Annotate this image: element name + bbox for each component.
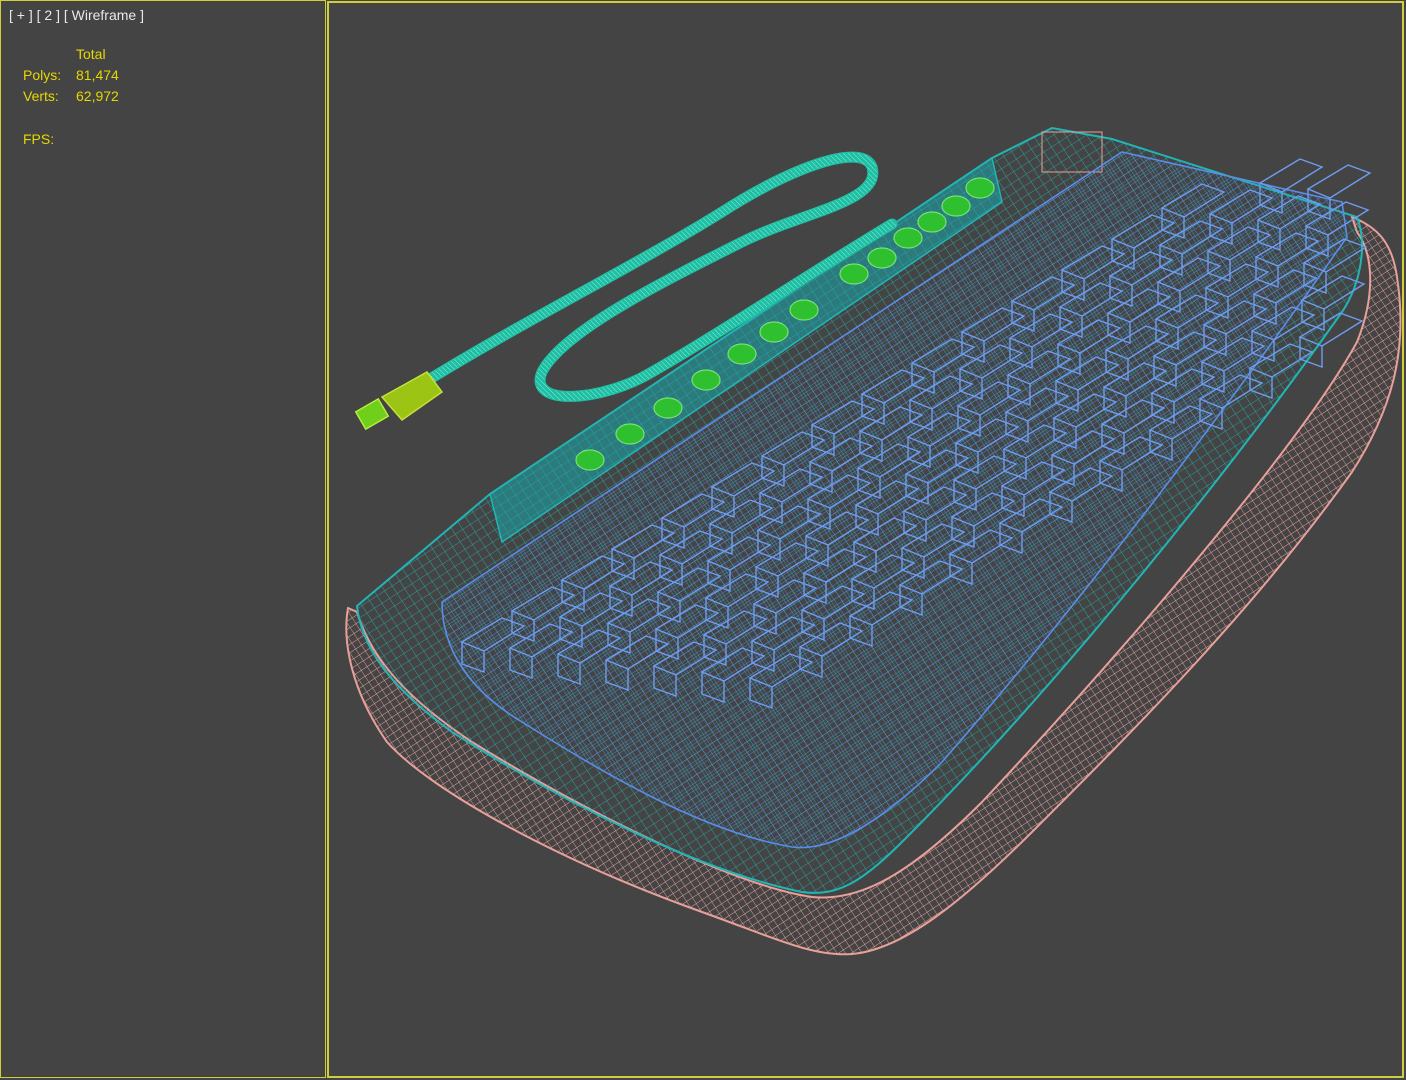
led-icon — [941, 195, 971, 217]
viewport-perspective[interactable] — [327, 1, 1404, 1078]
led-icon — [839, 263, 869, 285]
stats-header: Total — [76, 46, 106, 62]
app-window: [ + ] [ 2 ] [ Wireframe ] Total Polys: 8… — [0, 0, 1406, 1080]
led-icon — [575, 449, 605, 471]
fps-label: FPS: — [23, 131, 55, 147]
viewport-label[interactable]: [ + ] [ 2 ] [ Wireframe ] — [9, 7, 144, 23]
led-icon — [917, 211, 947, 233]
polys-label: Polys: — [23, 67, 62, 83]
polys-value: 81,474 — [76, 67, 119, 83]
led-icon — [759, 321, 789, 343]
led-icon — [727, 343, 757, 365]
led-icon — [691, 369, 721, 391]
verts-value: 62,972 — [76, 88, 119, 104]
usb-connector — [354, 371, 444, 431]
wireframe-keyboard-model[interactable] — [329, 3, 1402, 1076]
led-icon — [965, 177, 995, 199]
led-icon — [867, 247, 897, 269]
led-icon — [893, 227, 923, 249]
verts-label: Verts: — [23, 88, 59, 104]
led-icon — [653, 397, 683, 419]
led-icon — [789, 299, 819, 321]
led-icon — [615, 423, 645, 445]
viewport-left[interactable]: [ + ] [ 2 ] [ Wireframe ] Total Polys: 8… — [0, 0, 326, 1078]
